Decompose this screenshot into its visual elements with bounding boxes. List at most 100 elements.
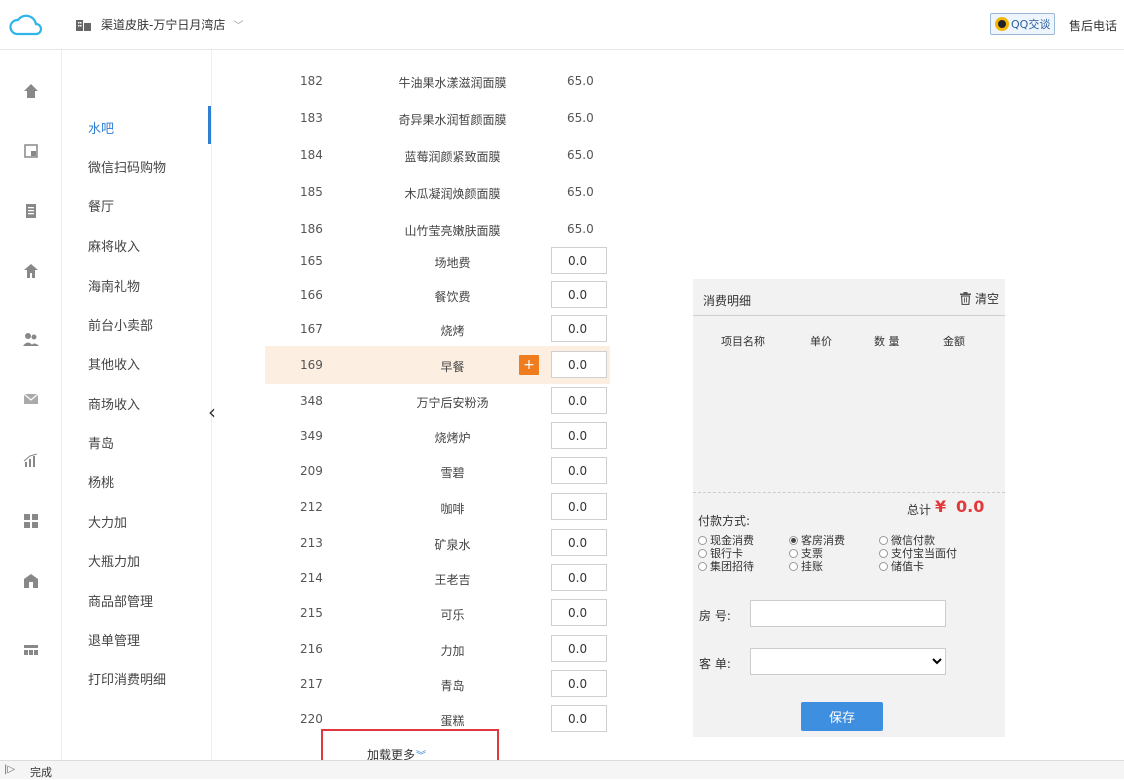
add-item-button[interactable]: + — [519, 355, 539, 375]
report-icon[interactable] — [23, 143, 39, 159]
product-row[interactable]: 217 青岛 — [265, 665, 610, 703]
quantity-input[interactable] — [551, 599, 607, 626]
product-row[interactable]: 182 牛油果水漾滋润面膜 65.0 — [265, 62, 610, 100]
product-code: 348 — [300, 394, 323, 408]
product-row-highlighted[interactable]: 169 早餐 + — [265, 346, 610, 384]
menu-item-mall-income[interactable]: 商场收入 — [88, 394, 140, 413]
payment-radio-stored-value[interactable]: 储值卡 — [879, 558, 924, 574]
product-code: 182 — [300, 74, 323, 88]
menu-item-front-desk-shop[interactable]: 前台小卖部 — [88, 315, 153, 334]
collapse-menu-icon[interactable]: ‹ — [208, 402, 216, 422]
store-icon[interactable] — [23, 263, 39, 279]
product-row[interactable]: 183 奇异果水润皙颜面膜 65.0 — [265, 99, 610, 137]
payment-radio-on-account[interactable]: 挂账 — [789, 558, 823, 574]
menu-item-dalijia[interactable]: 大力加 — [88, 512, 127, 531]
product-name: 烧烤炉 — [434, 431, 471, 445]
product-row[interactable]: 166 餐饮费 — [265, 276, 610, 314]
menu-item-product-dept[interactable]: 商品部管理 — [88, 591, 153, 610]
product-name: 木瓜凝润焕颜面膜 — [404, 187, 501, 201]
list-icon[interactable] — [23, 642, 39, 658]
quantity-input[interactable] — [551, 422, 607, 449]
save-button[interactable]: 保存 — [801, 702, 883, 731]
quantity-input[interactable] — [551, 635, 607, 662]
product-row[interactable]: 215 可乐 — [265, 594, 610, 632]
chart-icon[interactable] — [23, 452, 39, 468]
divider — [693, 315, 1005, 316]
document-icon[interactable] — [23, 203, 39, 219]
product-name: 蛋糕 — [440, 714, 465, 728]
product-row[interactable]: 184 蓝莓润颜紧致面膜 65.0 — [265, 136, 610, 174]
room-number-input[interactable] — [750, 600, 946, 627]
product-name: 餐饮费 — [434, 290, 471, 304]
product-code: 217 — [300, 677, 323, 691]
radio-label: 挂账 — [801, 560, 823, 573]
home-icon[interactable] — [23, 83, 39, 99]
qq-chat-button[interactable]: QQ交谈 — [990, 13, 1056, 35]
product-code: 165 — [300, 254, 323, 268]
menu-item-restaurant[interactable]: 餐厅 — [88, 196, 114, 215]
menu-item-print-details[interactable]: 打印消费明细 — [88, 669, 166, 688]
dashed-divider — [693, 492, 1005, 493]
menu-item-wechat-shopping[interactable]: 微信扫码购物 — [88, 157, 166, 176]
payment-radio-group[interactable]: 集团招待 — [698, 558, 754, 574]
menu-item-other-income[interactable]: 其他收入 — [88, 354, 140, 373]
product-row[interactable]: 214 王老吉 — [265, 559, 610, 597]
quantity-input[interactable] — [551, 670, 607, 697]
after-sales-hotline[interactable]: 售后电话 — [1069, 17, 1117, 34]
quantity-input[interactable] — [551, 281, 607, 308]
menu-item-hainan-gifts[interactable]: 海南礼物 — [88, 276, 140, 295]
menu-item-water-bar[interactable]: 水吧 — [88, 118, 114, 137]
chevron-down-icon: ﹀ — [233, 21, 244, 32]
product-row[interactable]: 348 万宁后安粉汤 — [265, 382, 610, 420]
menu-item-big-bottle-lijia[interactable]: 大瓶力加 — [88, 551, 140, 570]
menu-item-qingdao[interactable]: 青岛 — [88, 433, 114, 452]
product-row[interactable]: 213 矿泉水 — [265, 524, 610, 562]
grid-icon[interactable] — [23, 513, 39, 529]
product-row[interactable]: 185 木瓜凝润焕颜面膜 65.0 — [265, 173, 610, 211]
radio-dot — [789, 548, 798, 558]
product-price: 65.0 — [567, 74, 594, 88]
quantity-input[interactable] — [551, 564, 607, 591]
clear-button[interactable]: 清空 — [959, 290, 999, 307]
radio-dot — [698, 548, 707, 558]
quantity-input[interactable] — [551, 351, 607, 378]
status-text: 完成 — [30, 766, 52, 779]
product-name: 矿泉水 — [434, 538, 471, 552]
product-name: 牛油果水漾滋润面膜 — [398, 76, 507, 90]
mail-icon[interactable] — [23, 391, 39, 407]
quantity-input[interactable] — [551, 493, 607, 520]
product-name: 力加 — [440, 644, 465, 658]
quantity-input[interactable] — [551, 457, 607, 484]
quantity-input[interactable] — [551, 315, 607, 342]
product-row[interactable]: 209 雪碧 — [265, 452, 610, 490]
product-list: 182 牛油果水漾滋润面膜 65.0 183 奇异果水润皙颜面膜 65.0 18… — [265, 50, 625, 760]
product-row[interactable]: 167 烧烤 — [265, 310, 610, 348]
menu-item-starfruit[interactable]: 杨桃 — [88, 472, 114, 491]
product-row[interactable]: 165 场地费 — [265, 242, 610, 280]
menu-item-mahjong[interactable]: 麻将收入 — [88, 236, 140, 255]
active-indicator — [208, 106, 211, 144]
product-row[interactable]: 212 咖啡 — [265, 488, 610, 526]
quantity-input[interactable] — [551, 705, 607, 732]
clear-label: 清空 — [974, 292, 999, 306]
product-code: 215 — [300, 606, 323, 620]
quantity-input[interactable] — [551, 247, 607, 274]
guest-order-select[interactable] — [750, 648, 946, 675]
top-bar: 渠道皮肤-万宁日月湾店 ﹀ QQ交谈 售后电话 — [0, 0, 1124, 50]
guest-order-label: 客 单: — [699, 657, 731, 671]
cloud-logo-icon[interactable] — [8, 10, 42, 40]
quantity-input[interactable] — [551, 529, 607, 556]
quantity-input[interactable] — [551, 387, 607, 414]
store-selector[interactable]: 渠道皮肤-万宁日月湾店 ﹀ — [75, 16, 243, 33]
play-icon: |▷ — [4, 764, 16, 775]
product-price: 65.0 — [567, 148, 594, 162]
users-icon[interactable] — [23, 331, 39, 347]
product-code: 216 — [300, 642, 323, 656]
product-row[interactable]: 349 烧烤炉 — [265, 417, 610, 455]
building-icon[interactable] — [23, 573, 39, 589]
total-label: 总计 — [907, 503, 932, 517]
category-menu: 水吧 微信扫码购物 餐厅 麻将收入 海南礼物 前台小卖部 其他收入 商场收入 青… — [62, 50, 212, 760]
product-row[interactable]: 216 力加 — [265, 630, 610, 668]
product-code: 183 — [300, 111, 323, 125]
menu-item-refund-mgmt[interactable]: 退单管理 — [88, 630, 140, 649]
